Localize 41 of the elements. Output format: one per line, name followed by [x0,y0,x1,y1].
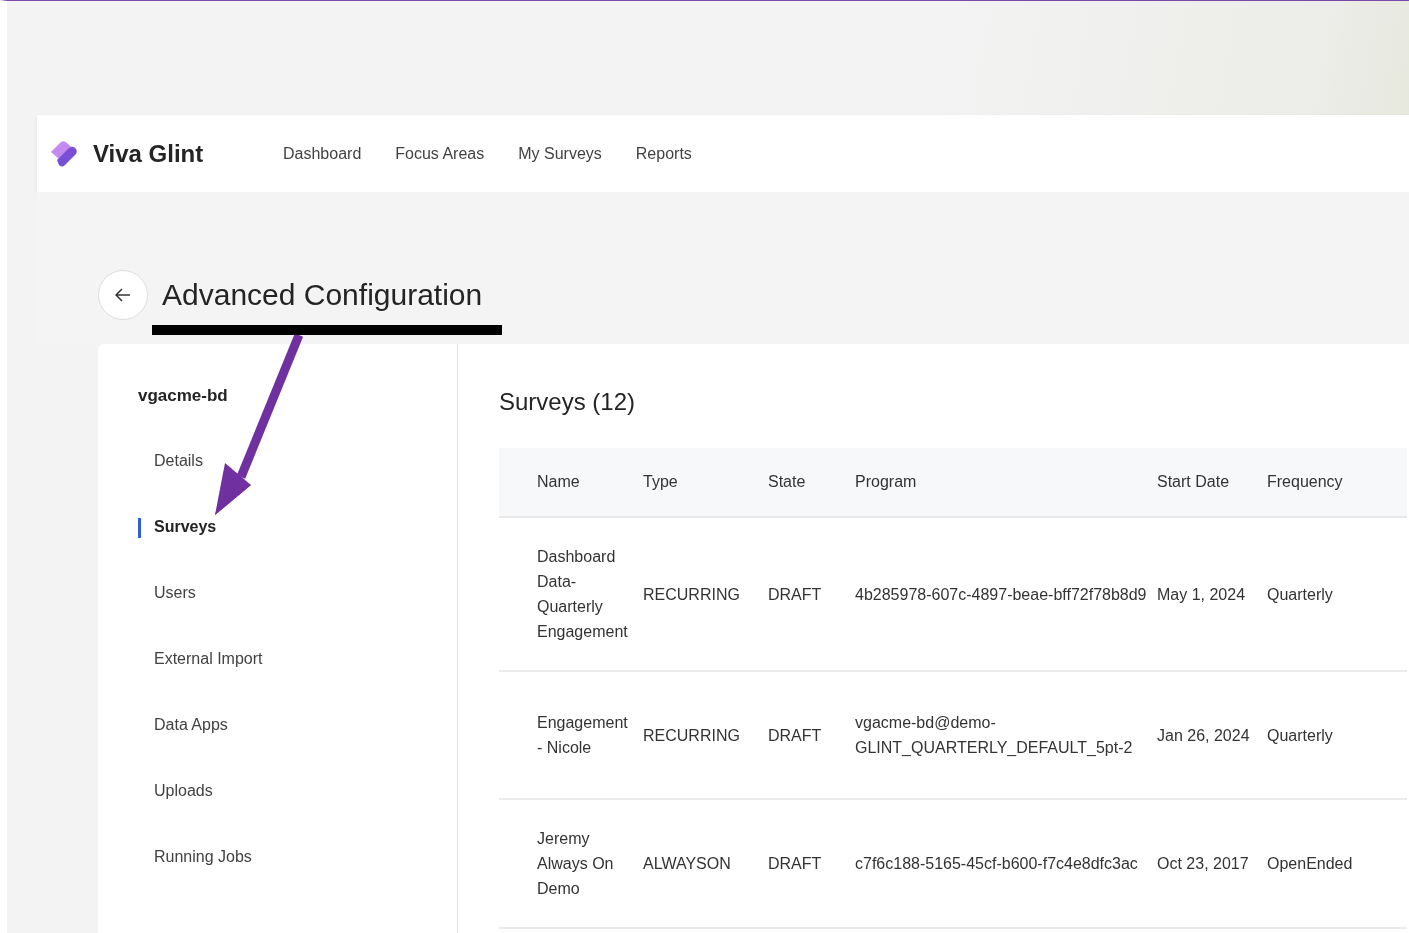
table-cell: c7f6c188-5165-45cf-b600-f7c4e8dfc3ac [855,799,1157,928]
table-cell: Dashboard Data-Quarterly Engagement [499,517,643,671]
table-cell: DRAFT [768,799,855,928]
column-header: Frequency [1267,448,1407,517]
nav-link[interactable]: Dashboard [283,144,362,163]
org-name: vgacme-bd [138,386,229,406]
table-cell: vgacme-bd@demo-GLINT_QUARTERLY_DEFAULT_5pt-2 [855,671,1157,799]
sidebar-item[interactable]: Surveys [138,518,457,538]
sidebar-item[interactable]: Uploads [154,782,457,848]
nav-link[interactable]: My Surveys [518,144,602,163]
column-header: Name [499,448,643,517]
sidebar-item[interactable]: Running Jobs [154,848,457,914]
table-cell: Quarterly [1267,517,1407,671]
table-cell: Jeremy Always On Demo [499,799,643,928]
column-header: State [768,448,855,517]
column-header: Type [643,448,768,517]
table-cell: Jan 26, 2024 [1157,671,1267,799]
nav-link[interactable]: Focus Areas [395,144,485,163]
table-cell: RECURRING [643,517,768,671]
nav-link[interactable]: Reports [635,144,692,163]
table-cell: Oct 23, 2017 [1157,799,1267,928]
table-cell: OpenEnded [1267,799,1407,928]
table-cell: ALWAYSON [643,799,768,928]
sidebar-item[interactable]: Details [154,452,457,518]
sidebar-item[interactable]: External Import [154,650,457,716]
table-cell: RECURRING [643,671,768,799]
table-cell: DRAFT [768,671,855,799]
page-title: Advanced Configuration [162,278,483,312]
table-cell: May 1, 2024 [1157,517,1267,671]
back-button[interactable] [98,270,148,320]
table-cell: Engagement - Nicole [499,671,643,799]
table-cell: Quarterly [1267,671,1407,799]
sidebar-item[interactable]: Data Apps [154,716,457,782]
column-header: Program [855,448,1157,517]
back-arrow-icon [115,288,131,302]
sidebar-item[interactable]: Users [154,584,457,650]
brand-name: Viva Glint [93,139,205,168]
table-cell: DRAFT [768,517,855,671]
section-title: Surveys (12) [499,388,637,416]
column-header: Start Date [1157,448,1267,517]
table-cell: 4b285978-607c-4897-beae-bff72f78b8d9 [855,517,1157,671]
